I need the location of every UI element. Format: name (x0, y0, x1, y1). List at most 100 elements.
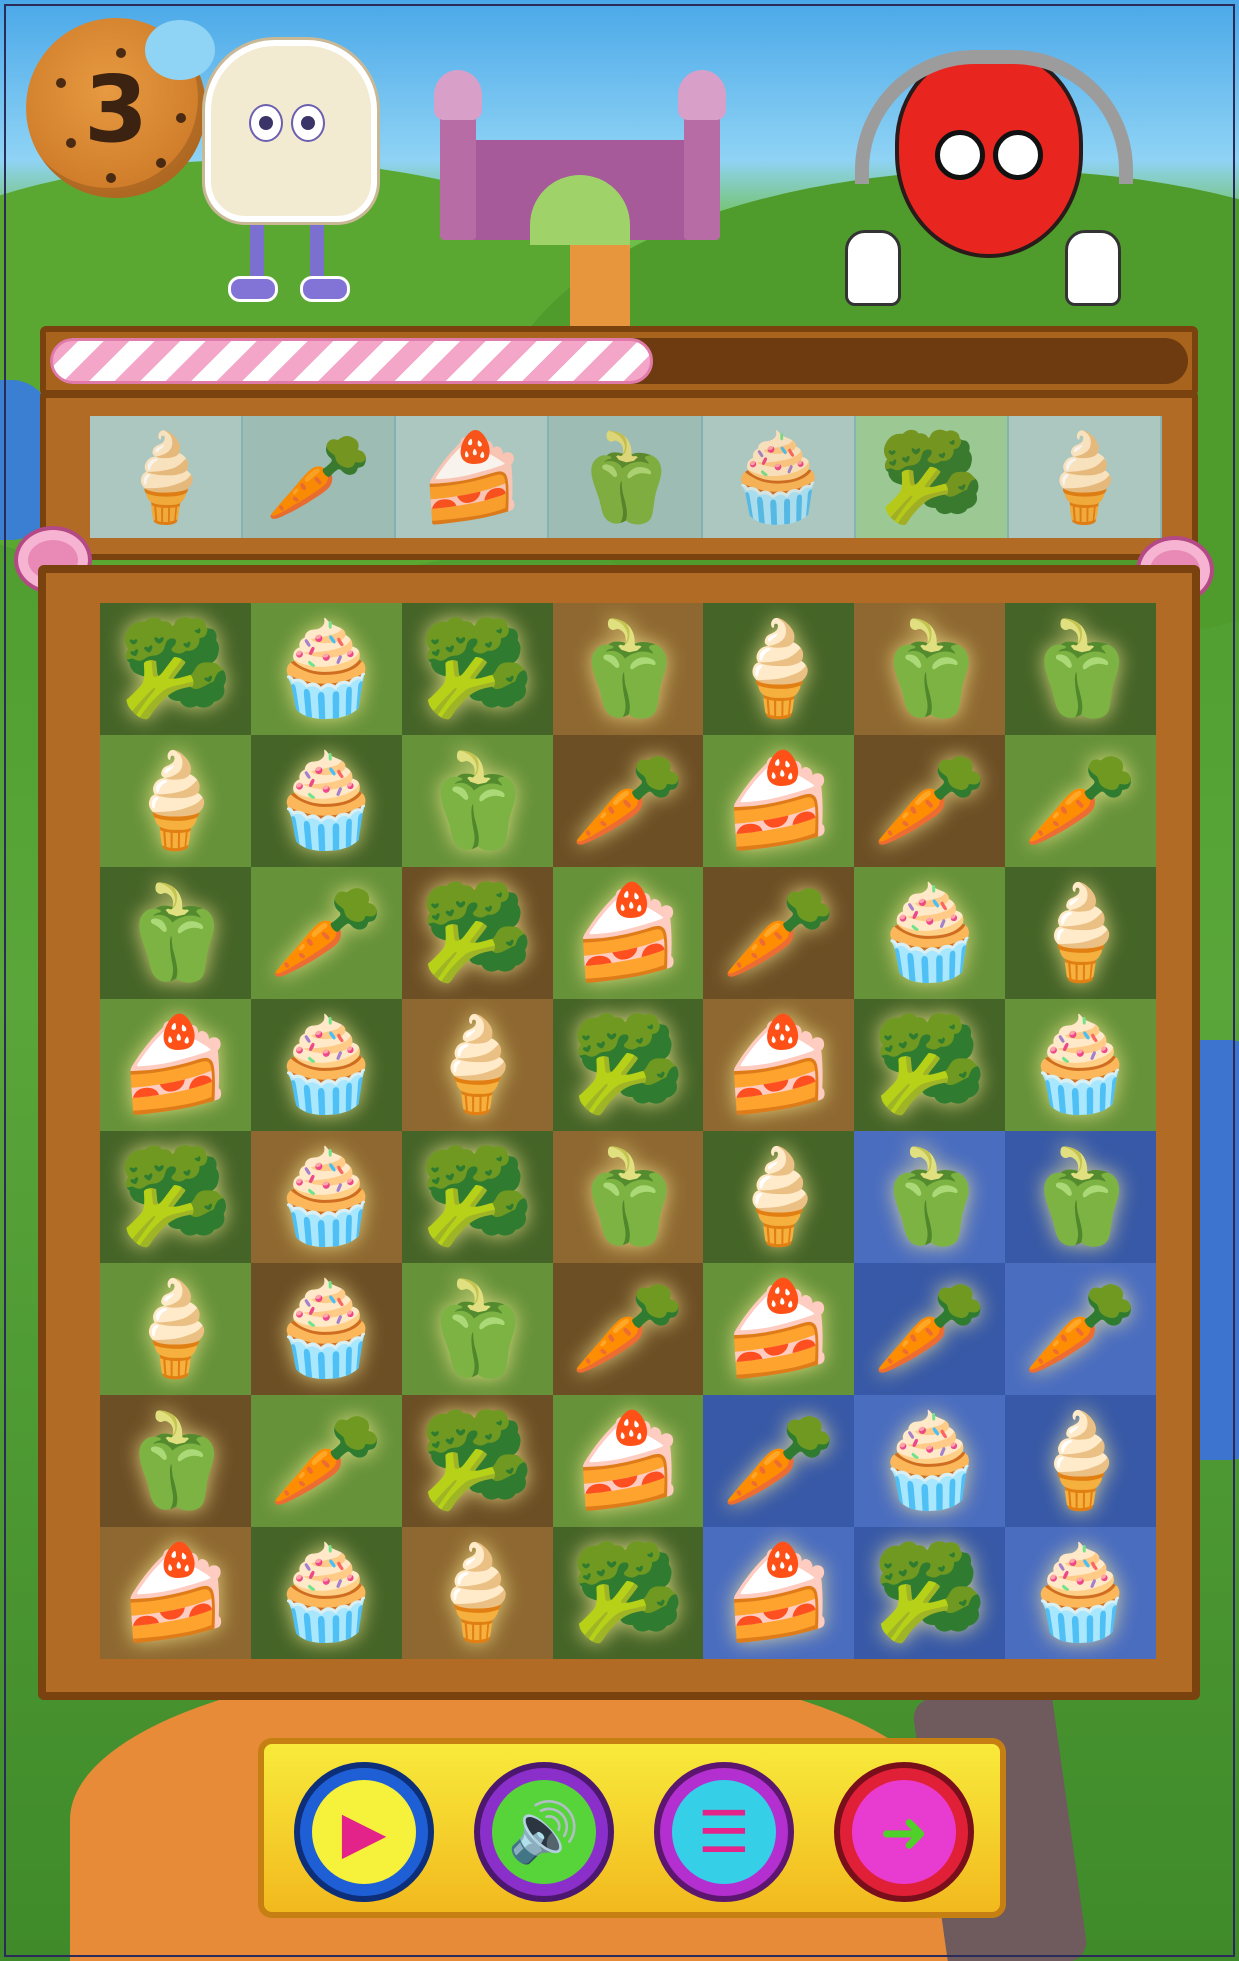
cake-slice-icon: 🍰 (118, 1539, 233, 1646)
board-tile[interactable]: 🧁 (854, 867, 1006, 999)
broccoli-icon: 🥦 (419, 1407, 535, 1514)
broccoli-icon: 🥦 (419, 615, 535, 722)
castle-tower (434, 70, 482, 240)
board-tile[interactable]: 🥦 (552, 1527, 704, 1659)
bell-pepper-icon: 🫑 (419, 1275, 535, 1382)
cupcake-icon: 🧁 (1023, 1539, 1138, 1646)
board-tile[interactable]: 🥕 (1005, 735, 1156, 867)
board-tile[interactable]: 🍰 (552, 1395, 704, 1527)
cake-slice-icon: 🍰 (721, 1011, 837, 1118)
carrot-icon: 🥕 (570, 747, 686, 854)
carrot-icon: 🥕 (265, 427, 373, 528)
bell-pepper-icon: 🫑 (1023, 1143, 1138, 1250)
board-tile[interactable]: 🧁 (250, 603, 402, 735)
board-tile[interactable]: 🍰 (703, 735, 855, 867)
board-tile[interactable]: 🍰 (552, 867, 704, 999)
sound-button[interactable]: 🔊 (474, 1762, 614, 1902)
board-tile[interactable]: 🫑 (552, 1131, 704, 1263)
board-tile[interactable]: 🧁 (250, 999, 402, 1131)
broccoli-icon: 🥦 (877, 427, 985, 528)
board-tile[interactable]: 🥦 (100, 603, 251, 735)
broccoli-icon: 🥦 (872, 1539, 987, 1646)
board-tile[interactable]: 🍦 (401, 999, 553, 1131)
board-tile[interactable]: 🫑 (1005, 1131, 1156, 1263)
play-button[interactable]: ▶ (294, 1762, 434, 1902)
menu-button[interactable]: ☰ (654, 1762, 794, 1902)
board-tile[interactable]: 🥦 (401, 603, 553, 735)
board-tile[interactable]: 🫑 (401, 1263, 553, 1395)
menu-list-icon: ☰ (672, 1780, 776, 1884)
board-tile[interactable]: 🥦 (100, 1131, 251, 1263)
board-tile[interactable]: 🥦 (854, 999, 1006, 1131)
goal-strip-frame: 🍦 🥕 🍰 🫑 🧁 🥦 🍦 (40, 392, 1198, 560)
board-tile[interactable]: 🥦 (401, 1131, 553, 1263)
ice-cream-icon: 🍦 (419, 1539, 535, 1646)
board-tile[interactable]: 🥦 (401, 1395, 553, 1527)
ice-cream-icon: 🍦 (1030, 427, 1138, 528)
board-tile[interactable]: 🫑 (854, 1131, 1006, 1263)
board-tile[interactable]: 🥕 (703, 867, 855, 999)
board-tile[interactable]: 🧁 (1005, 1527, 1156, 1659)
board-tile[interactable]: 🍰 (703, 1527, 855, 1659)
board-tile[interactable]: 🥕 (552, 735, 704, 867)
board-tile[interactable]: 🍦 (703, 1131, 855, 1263)
board-tile[interactable]: 🍦 (100, 1263, 251, 1395)
carrot-icon: 🥕 (1023, 747, 1138, 854)
board-tile[interactable]: 🍦 (703, 603, 855, 735)
board-tile[interactable]: 🫑 (100, 1395, 251, 1527)
board-tile[interactable]: 🥦 (401, 867, 553, 999)
board-tile[interactable]: 🫑 (854, 603, 1006, 735)
board-tile[interactable]: 🥦 (854, 1527, 1006, 1659)
board-tile[interactable]: 🍦 (1005, 867, 1156, 999)
board-tile[interactable]: 🫑 (552, 603, 704, 735)
next-button[interactable]: ➜ (834, 1762, 974, 1902)
bell-pepper-icon: 🫑 (570, 1143, 686, 1250)
ice-cream-icon: 🍦 (118, 1275, 233, 1382)
carrot-icon: 🥕 (721, 879, 837, 986)
cupcake-icon: 🧁 (269, 1539, 384, 1646)
cupcake-icon: 🧁 (872, 1407, 987, 1514)
board-tile[interactable]: 🧁 (854, 1395, 1006, 1527)
board-tile[interactable]: 🧁 (1005, 999, 1156, 1131)
board-tile[interactable]: 🥕 (854, 735, 1006, 867)
ice-cream-icon: 🍦 (721, 1143, 837, 1250)
heart-character (835, 10, 1133, 320)
board-tile[interactable]: 🥕 (250, 867, 402, 999)
board-tile[interactable]: 🧁 (250, 1131, 402, 1263)
board-tile[interactable]: 🥕 (552, 1263, 704, 1395)
board-tile[interactable]: 🫑 (401, 735, 553, 867)
bell-pepper-icon: 🫑 (872, 615, 987, 722)
board-tile[interactable]: 🥦 (552, 999, 704, 1131)
board-tile[interactable]: 🧁 (250, 1527, 402, 1659)
board-tile[interactable]: 🥕 (854, 1263, 1006, 1395)
board-tile[interactable]: 🫑 (1005, 603, 1156, 735)
bell-pepper-icon: 🫑 (1023, 615, 1138, 722)
board-tile[interactable]: 🍦 (401, 1527, 553, 1659)
goal-item: 🥕 (243, 416, 397, 538)
ice-cream-icon: 🍦 (721, 615, 837, 722)
board-tile[interactable]: 🧁 (250, 735, 402, 867)
broccoli-icon: 🥦 (872, 1011, 987, 1118)
carrot-icon: 🥕 (1023, 1275, 1138, 1382)
carrot-icon: 🥕 (872, 1275, 987, 1382)
board-tile[interactable]: 🍰 (100, 1527, 251, 1659)
goal-strip: 🍦 🥕 🍰 🫑 🧁 🥦 🍦 (90, 416, 1162, 538)
goal-item: 🍦 (1008, 416, 1162, 538)
board-tile[interactable]: 🥕 (703, 1395, 855, 1527)
castle-gate (430, 70, 730, 350)
board-tile[interactable]: 🍰 (703, 999, 855, 1131)
ice-cream-icon: 🍦 (1023, 879, 1138, 986)
broccoli-icon: 🥦 (570, 1011, 686, 1118)
cupcake-icon: 🧁 (269, 747, 384, 854)
board-tile[interactable]: 🫑 (100, 867, 251, 999)
board-tile[interactable]: 🍰 (100, 999, 251, 1131)
board-tile[interactable]: 🧁 (250, 1263, 402, 1395)
cake-slice-icon: 🍰 (570, 879, 686, 986)
board-tile[interactable]: 🍰 (703, 1263, 855, 1395)
castle-tower (678, 70, 726, 240)
board-tile[interactable]: 🍦 (100, 735, 251, 867)
bell-pepper-icon: 🫑 (118, 1407, 233, 1514)
board-tile[interactable]: 🍦 (1005, 1395, 1156, 1527)
board-tile[interactable]: 🥕 (250, 1395, 402, 1527)
board-tile[interactable]: 🥕 (1005, 1263, 1156, 1395)
